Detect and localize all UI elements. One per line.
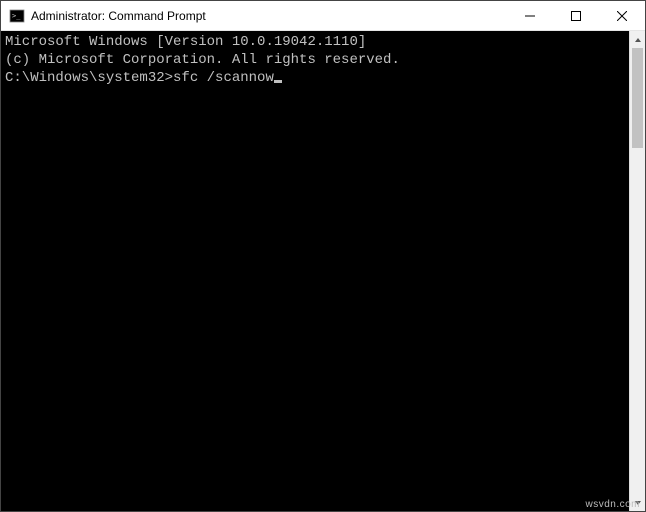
typed-command: sfc /scannow [173,70,274,86]
output-line: (c) Microsoft Corporation. All rights re… [5,51,625,69]
text-cursor [274,80,282,83]
titlebar[interactable]: >_ Administrator: Command Prompt [1,1,645,31]
command-prompt-window: >_ Administrator: Command Prompt Microso… [0,0,646,512]
scroll-up-button[interactable] [630,31,645,48]
window-title: Administrator: Command Prompt [31,9,206,23]
minimize-button[interactable] [507,1,553,31]
close-button[interactable] [599,1,645,31]
cmd-icon: >_ [9,8,25,24]
maximize-button[interactable] [553,1,599,31]
terminal-output[interactable]: Microsoft Windows [Version 10.0.19042.11… [1,31,629,511]
output-line: Microsoft Windows [Version 10.0.19042.11… [5,33,625,51]
prompt-line[interactable]: C:\Windows\system32>sfc /scannow [5,69,625,87]
vertical-scrollbar[interactable] [629,31,645,511]
scroll-down-button[interactable] [630,494,645,511]
scroll-thumb[interactable] [632,48,643,148]
svg-text:>_: >_ [12,12,21,20]
prompt-prefix: C:\Windows\system32> [5,70,173,86]
client-area: Microsoft Windows [Version 10.0.19042.11… [1,31,645,511]
